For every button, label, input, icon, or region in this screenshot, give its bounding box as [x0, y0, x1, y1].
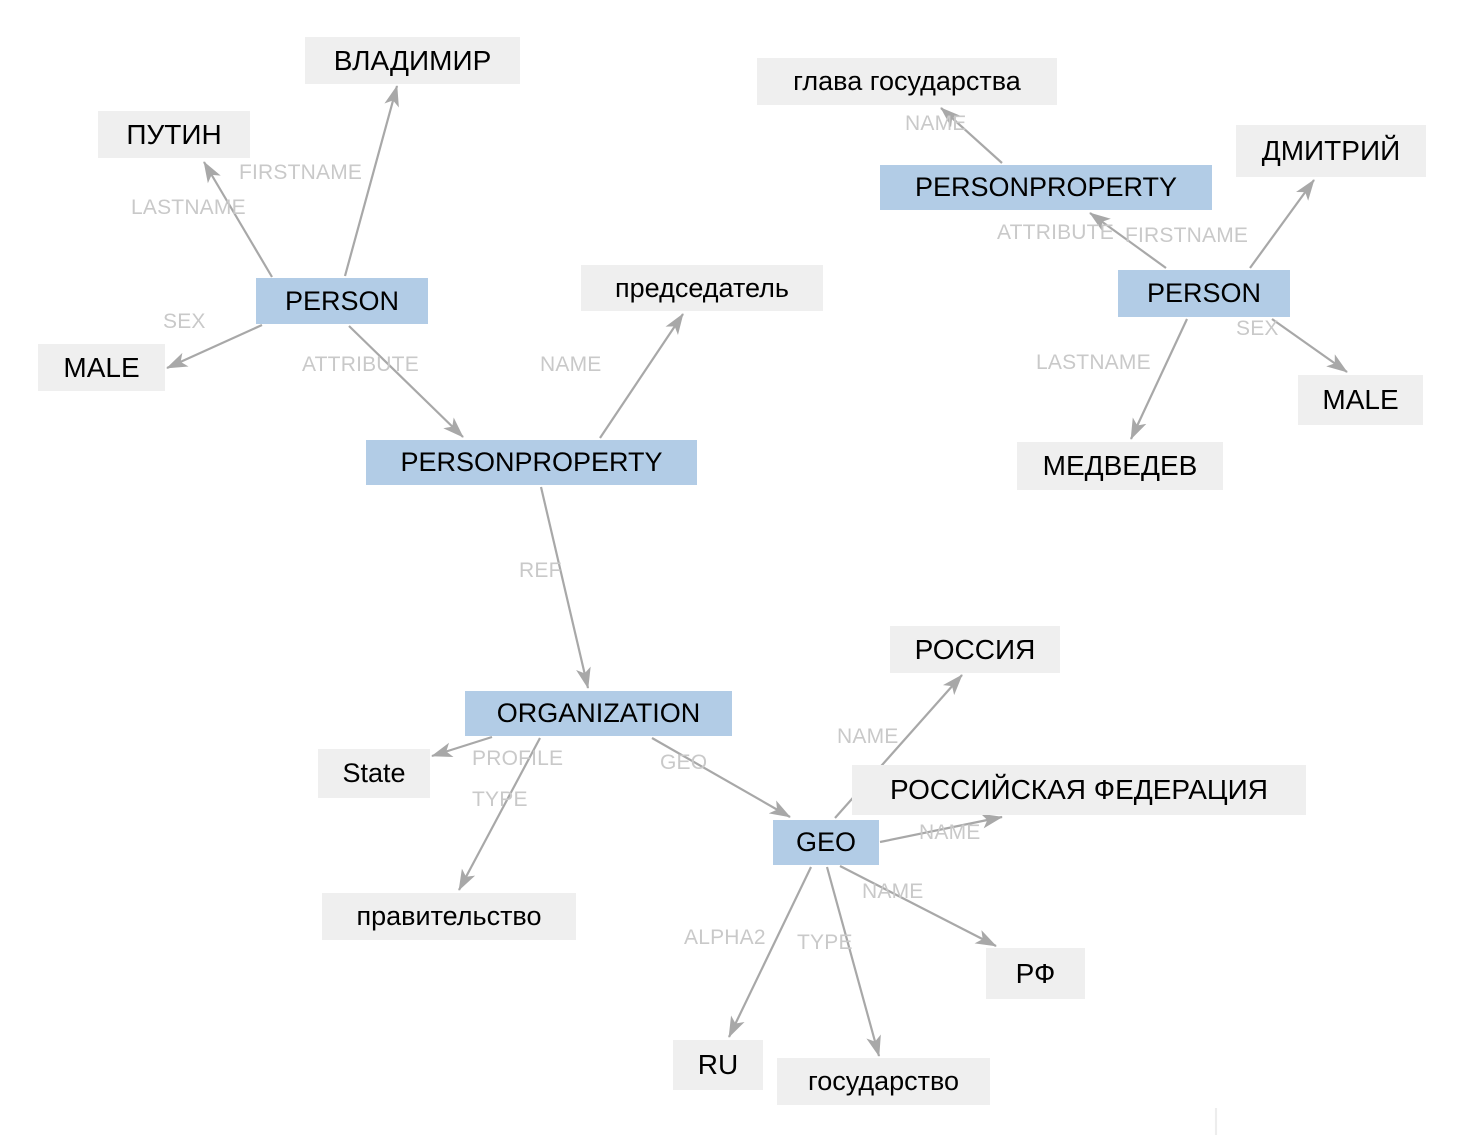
graph-node-label: РОССИЯ — [914, 633, 1036, 665]
graph-node-label: МЕДВЕДЕВ — [1042, 450, 1198, 481]
graph-node-person_putin[interactable]: PERSON — [256, 278, 428, 324]
edge-label-person_putin-to-personproperty_left: ATTRIBUTE — [302, 353, 419, 376]
graph-node-label: РОССИЙСКАЯ ФЕДЕРАЦИЯ — [890, 774, 1268, 805]
graph-node-rf[interactable]: РФ — [986, 948, 1085, 999]
graph-node-rossiya[interactable]: РОССИЯ — [890, 626, 1060, 673]
graph-node-label: председатель — [615, 272, 789, 303]
graph-node-label: государство — [807, 1066, 960, 1096]
graph-node-label: PERSON — [284, 285, 400, 316]
graph-node-medvedev[interactable]: МЕДВЕДЕВ — [1017, 442, 1223, 490]
knowledge-graph-canvas: PERSON ВЛАДИМИР ПУТИН MALE PERSONPROPERTY пре… — [0, 0, 1464, 1141]
graph-node-label: ПУТИН — [126, 118, 222, 150]
edge-label-organization-to-state: PROFILE — [472, 747, 564, 770]
edge-label-person_medvedev-to-dmitriy: FIRSTNAME — [1125, 224, 1249, 247]
graph-node-label: ВЛАДИМИР — [333, 44, 492, 76]
edge-label-geo-to-gosudarstvo: TYPE — [797, 931, 853, 954]
graph-node-label: RU — [697, 1049, 739, 1080]
edge-label-person_medvedev-to-medvedev: LASTNAME — [1036, 351, 1151, 374]
graph-node-label: PERSON — [1146, 278, 1262, 308]
graph-edge-person_medvedev-to-medvedev — [1130, 318, 1188, 440]
graph-node-label: PERSONPROPERTY — [914, 172, 1178, 202]
graph-node-male_left[interactable]: MALE — [38, 344, 165, 391]
edge-label-person_medvedev-to-male_right: SEX — [1236, 317, 1279, 340]
edge-label-person_putin-to-vladimir: FIRSTNAME — [239, 161, 363, 184]
graph-node-label: ДМИТРИЙ — [1261, 135, 1401, 166]
graph-node-glava_gosudarstva[interactable]: глава государства — [757, 58, 1057, 105]
graph-edge-personproperty_left-to-organization — [539, 486, 591, 689]
graph-node-label: State — [342, 758, 406, 788]
edge-label-personproperty_right-to-glava_gosudarstva: NAME — [905, 112, 967, 135]
graph-node-label: MALE — [63, 351, 140, 383]
graph-node-gosudarstvo[interactable]: государство — [777, 1058, 990, 1105]
edge-label-organization-to-pravitelstvo: TYPE — [472, 788, 528, 811]
edge-label-geo-to-ru: ALPHA2 — [684, 926, 766, 949]
graph-node-organization[interactable]: ORGANIZATION — [465, 691, 732, 736]
graph-node-geo[interactable]: GEO — [773, 820, 879, 865]
graph-node-dmitriy[interactable]: ДМИТРИЙ — [1236, 125, 1426, 177]
edge-label-geo-to-rossiya: NAME — [837, 725, 899, 748]
edge-label-person_putin-to-putin: LASTNAME — [131, 196, 246, 219]
graph-node-vladimir[interactable]: ВЛАДИМИР — [305, 37, 520, 84]
graph-edge-geo-to-rf — [839, 865, 997, 947]
edge-label-person_putin-to-male_left: SEX — [163, 310, 206, 333]
graph-node-rossiyskaya_fed[interactable]: РОССИЙСКАЯ ФЕДЕРАЦИЯ — [852, 765, 1306, 815]
edge-label-geo-to-rf: NAME — [862, 880, 924, 903]
graph-node-label: ORGANIZATION — [496, 698, 701, 728]
graph-node-label: правительство — [356, 901, 542, 931]
edge-label-person_medvedev-to-personproperty_right: ATTRIBUTE — [997, 221, 1114, 244]
graph-node-state[interactable]: State — [318, 749, 430, 798]
edge-label-geo-to-rossiyskaya_fed: NAME — [919, 821, 981, 844]
graph-node-male_right[interactable]: MALE — [1298, 375, 1423, 425]
graph-node-ru[interactable]: RU — [673, 1040, 763, 1090]
graph-node-label: РФ — [1015, 957, 1056, 989]
graph-edge-person_medvedev-to-male_right — [1271, 318, 1348, 373]
graph-node-person_medvedev[interactable]: PERSON — [1118, 270, 1290, 317]
graph-edge-personproperty_left-to-predsedatel — [599, 313, 684, 439]
graph-node-pravitelstvo[interactable]: правительство — [322, 893, 576, 940]
graph-edge-person_putin-to-personproperty_left — [348, 325, 464, 438]
graph-node-predsedatel[interactable]: председатель — [581, 265, 823, 311]
graph-node-putin[interactable]: ПУТИН — [98, 111, 250, 158]
graph-node-personproperty_left[interactable]: PERSONPROPERTY — [366, 440, 697, 485]
graph-node-label: GEO — [795, 827, 856, 857]
edge-label-organization-to-geo: GEO — [660, 751, 708, 774]
graph-edge-organization-to-geo — [651, 737, 791, 818]
edge-label-personproperty_left-to-predsedatel: NAME — [540, 353, 602, 376]
graph-node-label: PERSONPROPERTY — [400, 447, 663, 477]
edge-label-personproperty_left-to-organization: REF — [519, 559, 562, 582]
graph-edge-person_medvedev-to-dmitriy — [1249, 179, 1315, 269]
graph-node-personproperty_right[interactable]: PERSONPROPERTY — [880, 165, 1212, 210]
graph-node-label: MALE — [1322, 384, 1399, 415]
graph-node-label: глава государства — [793, 66, 1021, 96]
